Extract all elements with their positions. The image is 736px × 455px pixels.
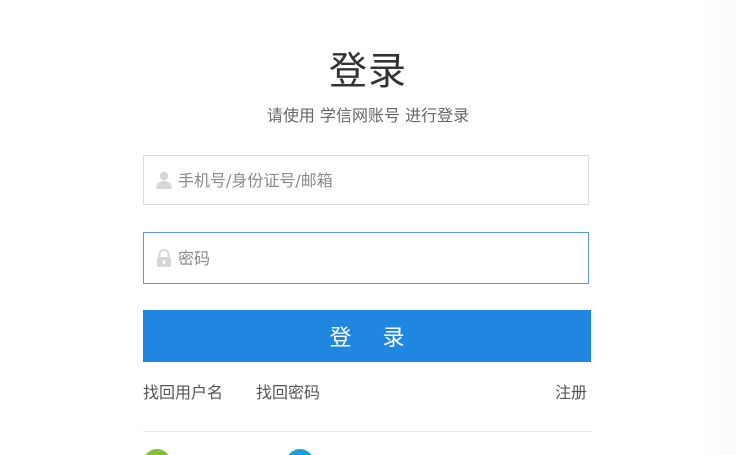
username-input[interactable] (178, 156, 578, 204)
login-button[interactable]: 登 录 (143, 310, 591, 362)
lock-icon (154, 248, 174, 268)
page-title: 登录 (328, 49, 407, 93)
login-page: 登录 请使用 学信网账号 进行登录 登 录 找回用户名 找回密码 注册 (0, 0, 736, 455)
forgot-password-link[interactable]: 找回密码 (256, 381, 320, 405)
user-icon (154, 170, 174, 190)
password-input[interactable] (178, 233, 578, 283)
divider (143, 431, 591, 432)
page-subtitle: 请使用 学信网账号 进行登录 (266, 106, 470, 125)
forgot-username-link[interactable]: 找回用户名 (143, 381, 223, 405)
password-field[interactable] (143, 232, 589, 284)
username-field[interactable] (143, 155, 589, 205)
social-login-blue-icon[interactable] (286, 449, 314, 455)
social-login-green-icon[interactable] (143, 449, 171, 455)
register-link[interactable]: 注册 (555, 381, 587, 405)
